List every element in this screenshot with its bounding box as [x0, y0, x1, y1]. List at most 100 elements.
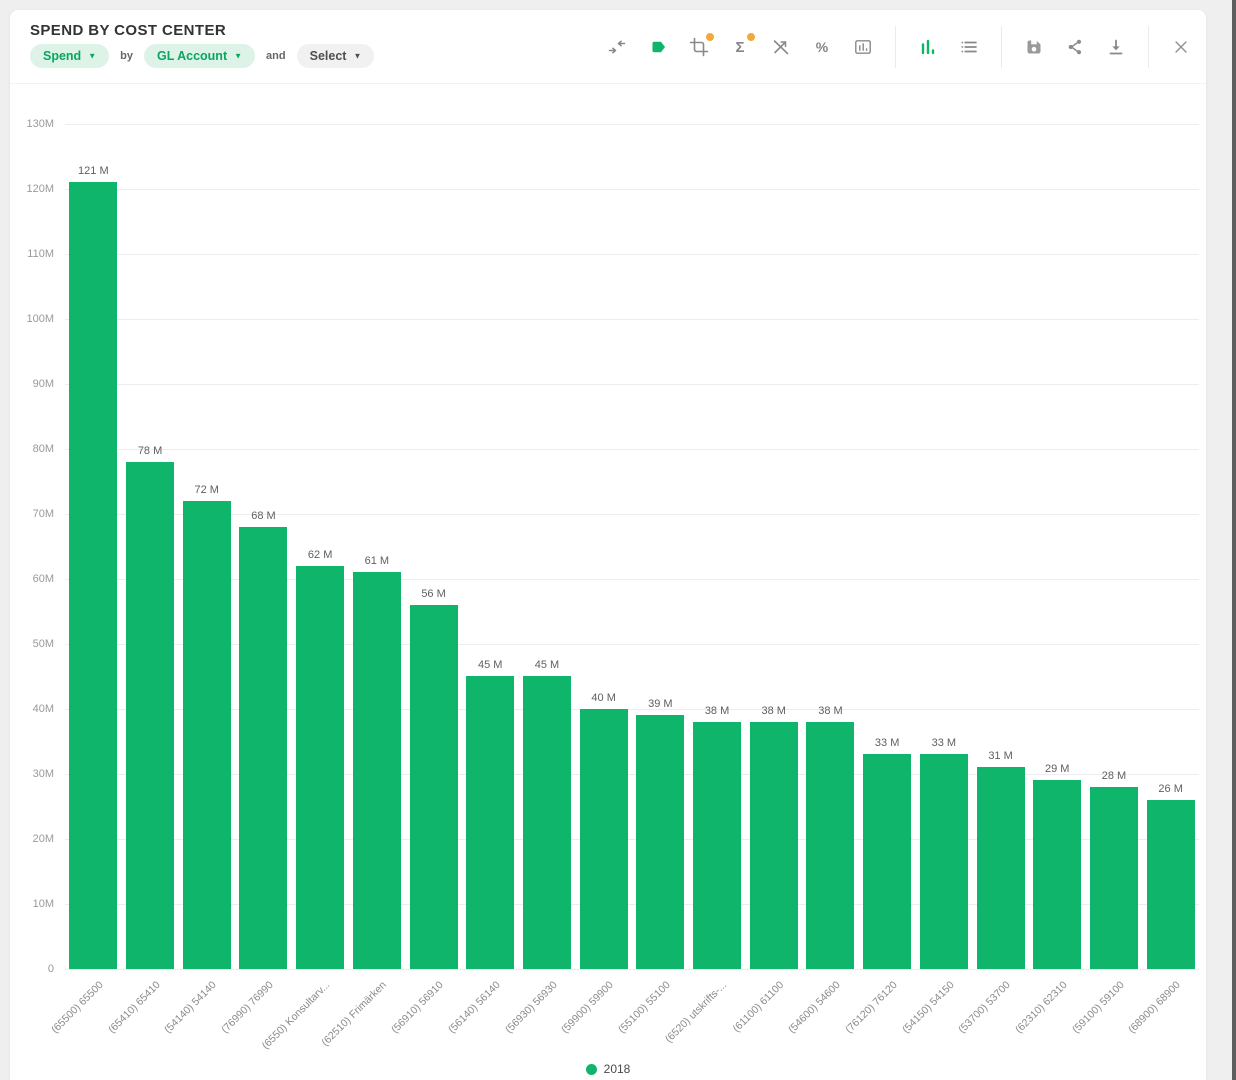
- legend: 2018: [10, 1062, 1206, 1076]
- bar[interactable]: [636, 715, 684, 969]
- bar[interactable]: [126, 462, 174, 969]
- bar[interactable]: [69, 182, 117, 969]
- legend-item-2018[interactable]: 2018: [604, 1062, 631, 1076]
- x-tick-label: (68900) 68900: [1126, 979, 1183, 1036]
- bar-value-label: 29 M: [1045, 763, 1069, 775]
- secondary-dimension-dropdown[interactable]: Select ▼: [297, 44, 375, 68]
- x-tick-label: (54600) 54600: [786, 979, 843, 1036]
- bar-chart-view-button[interactable]: [917, 36, 939, 58]
- bar[interactable]: [750, 722, 798, 969]
- gridline: [65, 839, 1199, 840]
- chevron-down-icon: ▼: [88, 53, 96, 61]
- gridline: [65, 124, 1199, 125]
- x-tick-label: (56140) 56140: [446, 979, 503, 1036]
- bar-value-label: 38 M: [818, 705, 842, 717]
- crop-button[interactable]: [688, 36, 710, 58]
- gridline: [65, 904, 1199, 905]
- chevron-down-icon: ▼: [234, 53, 242, 61]
- chevron-down-icon: ▼: [353, 53, 361, 61]
- collapse-arrows-button[interactable]: [606, 36, 628, 58]
- y-tick-label: 130M: [26, 118, 54, 130]
- bar-value-label: 26 M: [1158, 783, 1182, 795]
- notification-badge: [706, 33, 714, 41]
- percent-button[interactable]: %: [811, 36, 833, 58]
- bar[interactable]: [977, 767, 1025, 969]
- close-icon: [1170, 36, 1192, 58]
- bar[interactable]: [466, 676, 514, 969]
- bar[interactable]: [296, 566, 344, 969]
- bar[interactable]: [410, 605, 458, 969]
- x-tick-label: (59100) 59100: [1070, 979, 1127, 1036]
- bar[interactable]: [523, 676, 571, 969]
- save-icon: [1024, 37, 1044, 57]
- bar-value-label: 45 M: [535, 659, 559, 671]
- gridline: [65, 254, 1199, 255]
- gridline: [65, 579, 1199, 580]
- y-tick-label: 50M: [33, 638, 54, 650]
- gridline: [65, 709, 1199, 710]
- bar[interactable]: [920, 754, 968, 969]
- save-button[interactable]: [1023, 36, 1045, 58]
- share-button[interactable]: [1064, 36, 1086, 58]
- bar[interactable]: [1147, 800, 1195, 969]
- bar-value-label: 45 M: [478, 659, 502, 671]
- download-button[interactable]: [1105, 36, 1127, 58]
- bar[interactable]: [353, 572, 401, 969]
- close-button[interactable]: [1170, 36, 1192, 58]
- toolbar: Σ %: [606, 10, 1192, 84]
- x-axis: (65500) 65500(65410) 65410(54140) 54140(…: [65, 973, 1199, 1063]
- toolbar-divider: [895, 26, 896, 68]
- bar-value-label: 56 M: [421, 588, 445, 600]
- toolbar-divider: [1001, 26, 1002, 68]
- dimension-dropdown[interactable]: GL Account ▼: [144, 44, 255, 68]
- tag-button[interactable]: [647, 36, 669, 58]
- y-tick-label: 90M: [33, 378, 54, 390]
- bar[interactable]: [239, 527, 287, 969]
- x-tick-label: (53700) 53700: [956, 979, 1013, 1036]
- page-title: SPEND BY COST CENTER: [30, 22, 226, 39]
- bar-value-label: 31 M: [988, 750, 1012, 762]
- x-tick-label: (54140) 54140: [162, 979, 219, 1036]
- bar-value-label: 40 M: [591, 692, 615, 704]
- x-tick-label: (56930) 56930: [503, 979, 560, 1036]
- y-tick-label: 80M: [33, 443, 54, 455]
- bar-value-label: 72 M: [195, 484, 219, 496]
- x-tick-label: (59900) 59900: [559, 979, 616, 1036]
- list-icon: [959, 37, 979, 57]
- bar[interactable]: [693, 722, 741, 969]
- no-trendline-button[interactable]: [770, 36, 792, 58]
- bar[interactable]: [580, 709, 628, 969]
- y-tick-label: 30M: [33, 768, 54, 780]
- tag-icon: [648, 37, 668, 57]
- scrollbar[interactable]: [1232, 0, 1236, 1080]
- chart-card: SPEND BY COST CENTER Spend ▼ by GL Accou…: [10, 10, 1206, 1080]
- query-builder: Spend ▼ by GL Account ▼ and Select ▼: [30, 44, 374, 68]
- bar-value-label: 33 M: [875, 737, 899, 749]
- bar-value-label: 33 M: [932, 737, 956, 749]
- bar[interactable]: [1033, 780, 1081, 969]
- by-text: by: [120, 50, 133, 62]
- bar[interactable]: [863, 754, 911, 969]
- gridline: [65, 384, 1199, 385]
- bar[interactable]: [806, 722, 854, 969]
- x-tick-label: (61100) 61100: [731, 979, 787, 1035]
- chart-settings-icon: [853, 37, 873, 57]
- x-tick-label: (55100) 55100: [616, 979, 673, 1036]
- x-tick-label: (65500) 65500: [49, 979, 106, 1036]
- percent-icon: %: [816, 40, 828, 54]
- gridline: [65, 189, 1199, 190]
- y-tick-label: 0: [48, 963, 54, 975]
- legend-swatch[interactable]: [586, 1064, 597, 1075]
- plot-area: 121 M78 M72 M68 M62 M61 M56 M45 M45 M40 …: [65, 124, 1199, 969]
- bar[interactable]: [1090, 787, 1138, 969]
- bar[interactable]: [183, 501, 231, 969]
- sigma-button[interactable]: Σ: [729, 36, 751, 58]
- measure-dropdown[interactable]: Spend ▼: [30, 44, 109, 68]
- gridline: [65, 774, 1199, 775]
- bar-value-label: 28 M: [1102, 770, 1126, 782]
- list-view-button[interactable]: [958, 36, 980, 58]
- gridline: [65, 319, 1199, 320]
- gridline: [65, 644, 1199, 645]
- chart-settings-button[interactable]: [852, 36, 874, 58]
- bar-value-label: 121 M: [78, 165, 109, 177]
